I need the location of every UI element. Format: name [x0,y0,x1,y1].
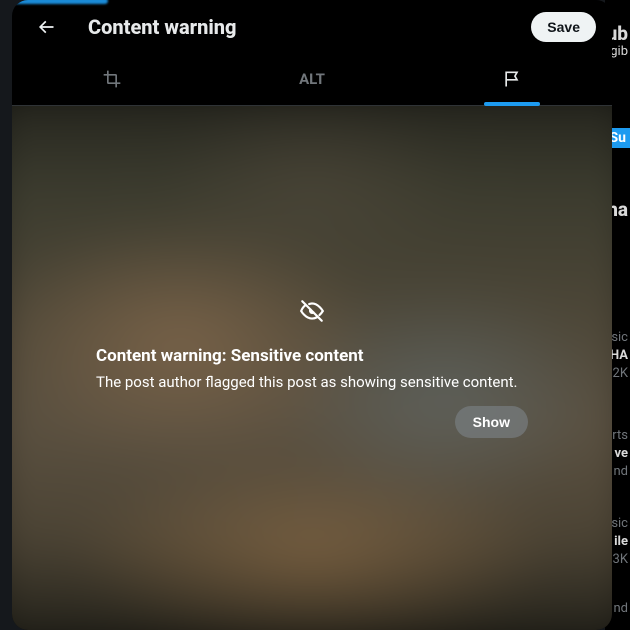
arrow-left-icon [36,17,56,37]
warning-overlay: Content warning: Sensitive content The p… [12,106,612,630]
image-preview-area: Content warning: Sensitive content The p… [12,106,612,630]
tab-flag[interactable] [412,53,612,105]
modal-title: Content warning [88,15,236,39]
sidebar-text: sic [611,516,628,531]
sidebar-text: gib [610,44,628,59]
show-button[interactable]: Show [455,406,528,438]
sidebar-text: ile [614,534,628,549]
sidebar-text: sic [611,330,628,345]
warning-description: The post author flagged this post as sho… [96,372,528,392]
crop-icon [102,69,122,89]
warning-title: Content warning: Sensitive content [96,346,528,366]
tab-crop[interactable] [12,53,212,105]
back-button[interactable] [28,9,64,45]
content-warning-modal: Content warning Save ALT Content warning [12,0,612,630]
tab-alt-label: ALT [299,70,325,88]
flag-icon [502,69,522,89]
sidebar-text: nd [613,601,628,616]
sidebar-text: ve [614,446,628,461]
tab-alt[interactable]: ALT [212,53,412,105]
tabs: ALT [12,53,612,106]
sidebar-text: HA [610,348,628,363]
sidebar-text: nd [613,464,628,479]
eye-off-icon [299,298,325,328]
modal-header: Content warning Save [12,0,612,53]
sidebar-text: 3K [613,552,628,567]
save-button[interactable]: Save [531,12,596,42]
